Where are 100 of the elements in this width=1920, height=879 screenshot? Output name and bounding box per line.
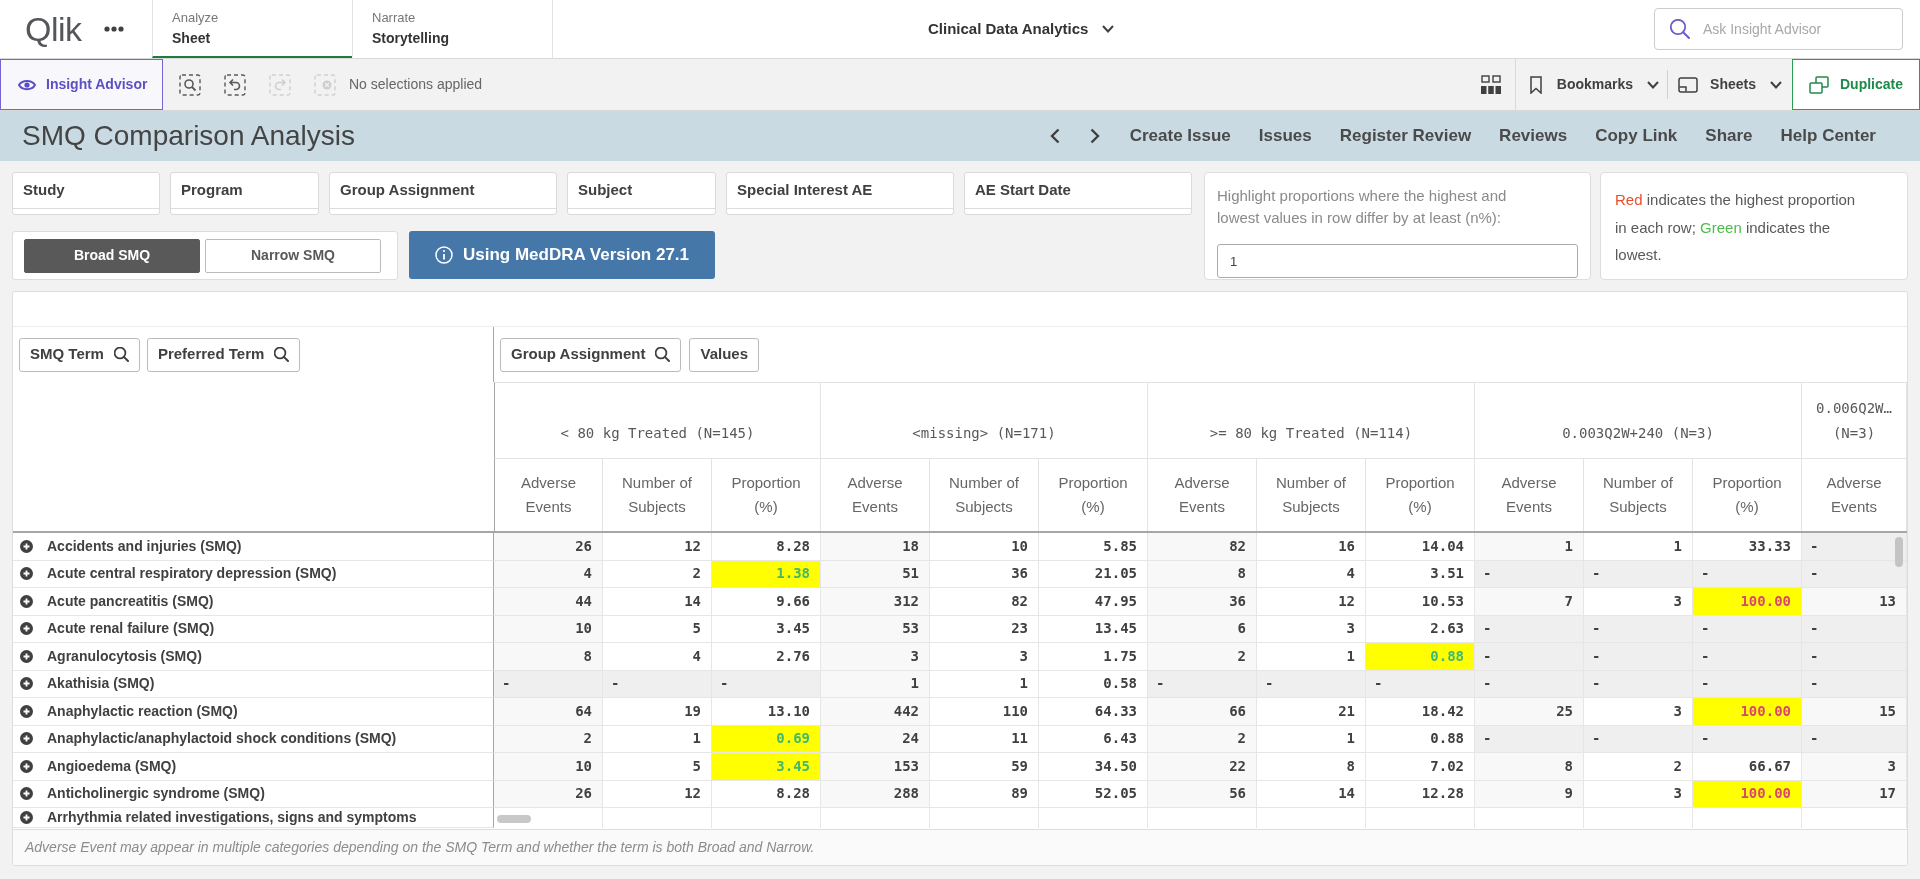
horizontal-scrollbar-thumb[interactable] — [497, 815, 531, 823]
step-back-icon[interactable] — [224, 73, 246, 96]
nav-link[interactable]: Reviews — [1499, 123, 1568, 149]
table-cell: 2 — [1148, 725, 1257, 753]
table-cell: - — [603, 670, 712, 698]
table-cell: 2 — [1584, 753, 1693, 781]
nav-link[interactable]: Register Review — [1339, 123, 1472, 149]
sheets-button[interactable]: Sheets — [1668, 59, 1792, 110]
table-cell: 3 — [821, 643, 930, 671]
dimension-button[interactable]: Group Assignment — [500, 337, 682, 372]
table-cell: 3 — [1584, 780, 1693, 808]
table-cell: 8 — [1148, 560, 1257, 588]
table-cell: - — [1693, 643, 1802, 671]
duplicate-button[interactable]: Duplicate — [1792, 59, 1920, 110]
table-cell: 11 — [930, 725, 1039, 753]
chevron-right-icon[interactable] — [1089, 128, 1100, 144]
plus-circle-icon[interactable] — [20, 539, 33, 553]
table-cell: 8.28 — [712, 533, 821, 561]
layout-grid-icon[interactable] — [1479, 74, 1502, 95]
plus-circle-icon[interactable] — [20, 677, 33, 691]
table-cell: 36 — [930, 560, 1039, 588]
table-cell: 8 — [1475, 753, 1584, 781]
table-cell: 19 — [603, 698, 712, 726]
eye-icon — [18, 77, 36, 92]
table-cell: 10.53 — [1366, 588, 1475, 616]
table-cell: 8 — [1257, 753, 1366, 781]
plus-circle-icon[interactable] — [20, 787, 33, 801]
plus-circle-icon[interactable] — [20, 759, 33, 773]
table-cell: 10 — [930, 533, 1039, 561]
table-cell: 5.85 — [1039, 533, 1148, 561]
scope-toggle[interactable]: Narrow SMQ — [205, 238, 381, 273]
table-cell: 7.02 — [1366, 753, 1475, 781]
nav-link[interactable]: Share — [1705, 123, 1753, 149]
table-cell: 3.51 — [1366, 560, 1475, 588]
table-cell: 56 — [1148, 780, 1257, 808]
filter-pane[interactable]: AE Start Date — [964, 172, 1192, 215]
table-cell: 9.66 — [712, 588, 821, 616]
dimension-button[interactable]: SMQ Term — [19, 337, 140, 372]
plus-circle-icon[interactable] — [20, 732, 33, 746]
plus-circle-icon[interactable] — [20, 811, 33, 824]
table-cell: 13.10 — [712, 698, 821, 726]
table-cell: 3 — [1257, 615, 1366, 643]
table-cell: 153 — [821, 753, 930, 781]
filter-pane[interactable]: Subject — [567, 172, 716, 215]
filter-pane[interactable]: Study — [12, 172, 160, 215]
plus-circle-icon[interactable] — [20, 649, 33, 663]
table-cell: 3.45 — [712, 615, 821, 643]
filter-pane[interactable]: Group Assignment — [329, 172, 557, 215]
dimension-button[interactable]: Preferred Term — [146, 337, 301, 372]
footnote: Adverse Event may appear in multiple categories depending on the SMQ Term and whether the term is both Broad and Narrow. — [25, 838, 815, 857]
search-field[interactable]: Ask Insight Advisor — [1654, 8, 1903, 50]
table-cell: 64 — [494, 698, 603, 726]
nav-link[interactable]: Issues — [1258, 123, 1312, 149]
vertical-scrollbar-thumb[interactable] — [1895, 537, 1903, 567]
group-header: 0.003Q2W+240 (N=3) — [1475, 382, 1802, 458]
plus-circle-icon[interactable] — [20, 622, 33, 636]
scope-toggle[interactable]: Broad SMQ — [24, 238, 200, 273]
table-cell: 24 — [821, 725, 930, 753]
chevron-left-icon[interactable] — [1049, 128, 1060, 144]
row-label: Acute central respiratory depression (SMQ) — [47, 564, 337, 584]
selection-search-icon[interactable] — [179, 73, 201, 96]
filter-pane[interactable]: Program — [170, 172, 319, 215]
table-cell: 34.50 — [1039, 753, 1148, 781]
table-cell: 100.00 — [1693, 780, 1802, 808]
row-label: Arrhythmia related investigations, signs and symptoms — [47, 808, 417, 827]
table-cell: 53 — [821, 615, 930, 643]
table-cell: 52.05 — [1039, 780, 1148, 808]
table-cell: - — [1584, 725, 1693, 753]
table-cell: 23 — [930, 615, 1039, 643]
table-cell: 1 — [1257, 643, 1366, 671]
sheet-icon — [1678, 76, 1699, 93]
nav-link[interactable]: Copy Link — [1595, 123, 1678, 149]
sheet-title: SMQ Comparison Analysis — [22, 119, 355, 153]
dimension-button[interactable]: Values — [689, 337, 759, 372]
plus-circle-icon[interactable] — [20, 704, 33, 718]
table-cell: - — [1693, 560, 1802, 588]
filter-pane[interactable]: Special Interest AE — [726, 172, 954, 215]
nav-link[interactable]: Create Issue — [1129, 123, 1231, 149]
more-icon[interactable] — [103, 26, 124, 32]
insight-advisor-button[interactable]: Insight Advisor — [0, 59, 163, 110]
meddra-version-button[interactable]: Using MedDRA Version 27.1 — [409, 231, 715, 279]
search-icon — [1670, 19, 1690, 39]
threshold-input[interactable]: 1 — [1217, 244, 1578, 278]
search-icon — [274, 347, 290, 362]
table-cell: 15 — [1802, 698, 1907, 726]
table-cell: 26 — [494, 533, 603, 561]
nav-link[interactable]: Help Center — [1780, 123, 1876, 149]
plus-circle-icon[interactable] — [20, 594, 33, 608]
table-cell: 3.45 — [712, 753, 821, 781]
plus-circle-icon[interactable] — [20, 567, 33, 581]
legend-text: Red indicates the highest proportion in each row; Green indicates the lowest. — [1615, 190, 1857, 265]
table-cell: 1 — [1475, 533, 1584, 561]
table-cell: 3 — [930, 643, 1039, 671]
table-cell: 14.04 — [1366, 533, 1475, 561]
table-cell: - — [1584, 670, 1693, 698]
table-cell: 66.67 — [1693, 753, 1802, 781]
table-cell: 0.88 — [1366, 643, 1475, 671]
table-cell: 1.75 — [1039, 643, 1148, 671]
table-cell: 442 — [821, 698, 930, 726]
row-label: Anticholinergic syndrome (SMQ) — [47, 784, 265, 804]
